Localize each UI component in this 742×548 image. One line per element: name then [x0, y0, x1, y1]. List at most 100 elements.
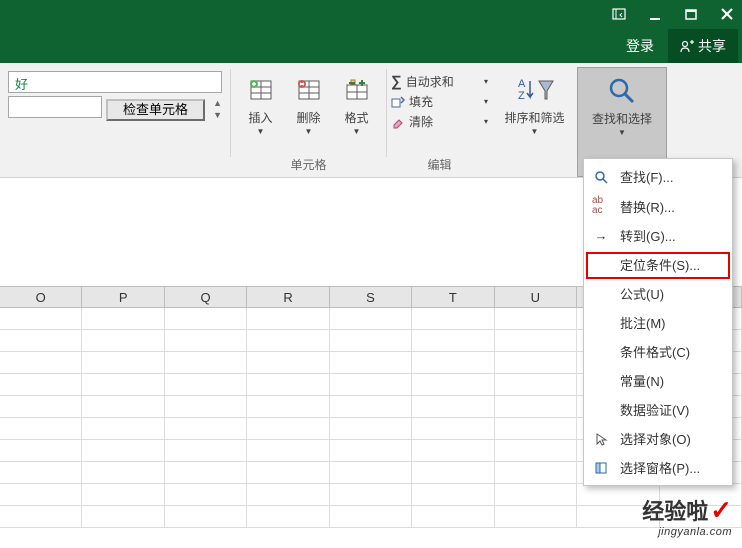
cell[interactable]	[0, 374, 82, 395]
cell[interactable]	[495, 462, 577, 483]
cell[interactable]	[330, 484, 412, 505]
cell[interactable]	[82, 418, 164, 439]
menu-comments[interactable]: 批注(M)	[584, 308, 732, 337]
cell[interactable]	[495, 418, 577, 439]
cell[interactable]	[82, 330, 164, 351]
cell[interactable]	[412, 484, 494, 505]
fill-button[interactable]: 填充 ▾	[391, 93, 488, 110]
cell[interactable]	[330, 330, 412, 351]
cell[interactable]	[412, 396, 494, 417]
cell[interactable]	[0, 330, 82, 351]
cell[interactable]	[495, 352, 577, 373]
cell[interactable]	[165, 374, 247, 395]
cell[interactable]	[0, 440, 82, 461]
cell[interactable]	[0, 396, 82, 417]
style-blank[interactable]	[8, 96, 102, 118]
cell[interactable]	[412, 440, 494, 461]
cell[interactable]	[165, 418, 247, 439]
cell[interactable]	[412, 352, 494, 373]
cell[interactable]	[165, 506, 247, 527]
cell[interactable]	[247, 352, 329, 373]
find-select-button[interactable]: 查找和选择 ▼	[580, 72, 664, 139]
cell[interactable]	[330, 418, 412, 439]
cell[interactable]	[495, 396, 577, 417]
menu-goto-special[interactable]: 定位条件(S)...	[584, 250, 732, 279]
style-good[interactable]: 好	[8, 71, 222, 93]
autosum-button[interactable]: ∑ 自动求和 ▾	[391, 73, 488, 90]
cell[interactable]	[0, 308, 82, 329]
cell[interactable]	[247, 440, 329, 461]
sort-filter-button[interactable]: AZ 排序和筛选 ▼	[495, 71, 575, 138]
cell[interactable]	[330, 374, 412, 395]
cell[interactable]	[412, 506, 494, 527]
cell[interactable]	[412, 374, 494, 395]
cell[interactable]	[412, 418, 494, 439]
col-header[interactable]: S	[330, 287, 412, 307]
format-button[interactable]: 格式 ▼	[334, 71, 380, 138]
cell[interactable]	[495, 374, 577, 395]
cell[interactable]	[0, 484, 82, 505]
cell[interactable]	[247, 418, 329, 439]
cell[interactable]	[412, 462, 494, 483]
cell[interactable]	[247, 374, 329, 395]
col-header[interactable]: Q	[165, 287, 247, 307]
cell[interactable]	[247, 462, 329, 483]
cell[interactable]	[0, 352, 82, 373]
menu-formulas[interactable]: 公式(U)	[584, 279, 732, 308]
cell[interactable]	[247, 506, 329, 527]
cell[interactable]	[495, 308, 577, 329]
cell[interactable]	[247, 396, 329, 417]
maximize-icon[interactable]	[684, 7, 698, 21]
col-header[interactable]: T	[412, 287, 494, 307]
cell[interactable]	[0, 418, 82, 439]
cell[interactable]	[165, 330, 247, 351]
cell[interactable]	[165, 352, 247, 373]
cell[interactable]	[412, 308, 494, 329]
cell[interactable]	[82, 352, 164, 373]
cell[interactable]	[0, 462, 82, 483]
menu-goto[interactable]: → 转到(G)...	[584, 221, 732, 250]
cell[interactable]	[0, 506, 82, 527]
cell[interactable]	[82, 484, 164, 505]
cell[interactable]	[412, 330, 494, 351]
cell[interactable]	[82, 374, 164, 395]
col-header[interactable]: R	[247, 287, 329, 307]
col-header[interactable]: U	[495, 287, 577, 307]
cell[interactable]	[165, 462, 247, 483]
cell[interactable]	[247, 484, 329, 505]
cell[interactable]	[495, 484, 577, 505]
delete-button[interactable]: 删除 ▼	[286, 71, 332, 138]
cell[interactable]	[165, 484, 247, 505]
menu-selection-pane[interactable]: 选择窗格(P)...	[584, 453, 732, 482]
cell[interactable]	[82, 462, 164, 483]
cell[interactable]	[330, 308, 412, 329]
cell[interactable]	[82, 506, 164, 527]
close-icon[interactable]	[720, 7, 734, 21]
col-header[interactable]: O	[0, 287, 82, 307]
cell[interactable]	[330, 440, 412, 461]
menu-find[interactable]: 查找(F)...	[584, 162, 732, 191]
cell[interactable]	[165, 308, 247, 329]
login-link[interactable]: 登录	[626, 36, 654, 56]
cell[interactable]	[165, 440, 247, 461]
scroll-up-icon[interactable]: ▲	[213, 98, 222, 108]
cell[interactable]	[247, 308, 329, 329]
menu-data-validation[interactable]: 数据验证(V)	[584, 395, 732, 424]
share-button[interactable]: 共享	[668, 29, 738, 63]
menu-replace[interactable]: abac 替换(R)...	[584, 191, 732, 221]
scroll-down-icon[interactable]: ▼	[213, 110, 222, 120]
cell[interactable]	[165, 396, 247, 417]
cell[interactable]	[247, 330, 329, 351]
cell[interactable]	[495, 330, 577, 351]
cell[interactable]	[82, 308, 164, 329]
cell[interactable]	[330, 462, 412, 483]
cell[interactable]	[330, 352, 412, 373]
menu-constants[interactable]: 常量(N)	[584, 366, 732, 395]
cell[interactable]	[330, 396, 412, 417]
cell[interactable]	[330, 506, 412, 527]
check-cell-button[interactable]: 检查单元格	[106, 99, 205, 121]
menu-cond-format[interactable]: 条件格式(C)	[584, 337, 732, 366]
cell[interactable]	[82, 440, 164, 461]
col-header[interactable]: P	[82, 287, 164, 307]
cell[interactable]	[82, 396, 164, 417]
